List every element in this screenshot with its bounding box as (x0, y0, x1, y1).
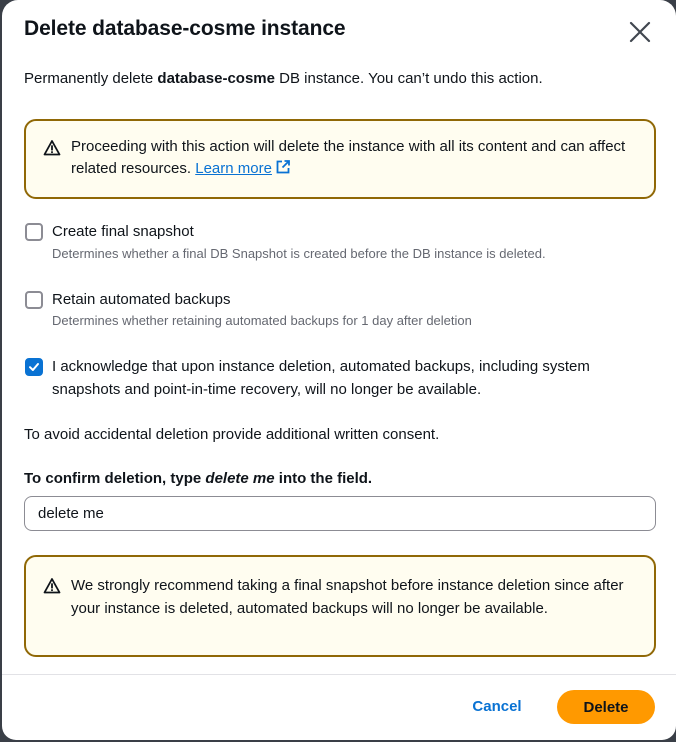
confirm-deletion-label: To confirm deletion, type delete me into… (24, 470, 372, 487)
create-final-snapshot-checkbox[interactable] (25, 223, 43, 241)
warning-icon (43, 578, 61, 594)
intro-text: Permanently delete database-cosme DB ins… (24, 70, 543, 87)
confirm-label-suffix: into the field. (274, 470, 373, 487)
learn-more-link[interactable]: Learn more (195, 160, 291, 177)
confirm-deletion-input[interactable] (24, 496, 656, 531)
close-button[interactable] (627, 19, 653, 45)
modal-header: Delete database-cosme instance (24, 0, 656, 62)
create-final-snapshot-description: Determines whether a final DB Snapshot i… (52, 246, 546, 261)
intro-suffix: DB instance. You can’t undo this action. (274, 70, 543, 87)
warning-icon (43, 140, 61, 156)
intro-prefix: Permanently delete (24, 70, 158, 87)
consent-note: To avoid accidental deletion provide add… (24, 426, 440, 443)
confirm-label-prefix: To confirm deletion, type (24, 470, 206, 487)
retain-automated-backups-label: Retain automated backups (52, 291, 231, 308)
create-final-snapshot-label: Create final snapshot (52, 223, 194, 240)
deletion-warning-text: Proceeding with this action will delete … (71, 136, 634, 180)
close-icon (629, 21, 651, 43)
checkmark-icon (29, 363, 39, 371)
acknowledge-label: I acknowledge that upon instance deletio… (52, 358, 590, 398)
warning-message: Proceeding with this action will delete … (71, 138, 626, 177)
retain-automated-backups-description: Determines whether retaining automated b… (52, 313, 472, 328)
modal-title: Delete database-cosme instance (24, 17, 346, 40)
retain-automated-backups-checkbox[interactable] (25, 291, 43, 309)
acknowledge-checkbox[interactable] (25, 358, 43, 376)
delete-button[interactable]: Delete (557, 690, 655, 724)
snapshot-recommendation-text: We strongly recommend taking a final sna… (71, 577, 624, 617)
snapshot-recommendation-alert: We strongly recommend taking a final sna… (24, 555, 656, 657)
delete-instance-modal: Delete database-cosme instance Permanent… (2, 0, 676, 740)
learn-more-label: Learn more (195, 160, 272, 177)
cancel-button[interactable]: Cancel (463, 690, 531, 722)
external-link-icon (276, 160, 290, 174)
confirm-phrase: delete me (205, 470, 275, 487)
intro-instance-name: database-cosme (157, 70, 275, 87)
deletion-warning-alert: Proceeding with this action will delete … (24, 119, 656, 199)
modal-footer: Cancel Delete (2, 675, 676, 740)
